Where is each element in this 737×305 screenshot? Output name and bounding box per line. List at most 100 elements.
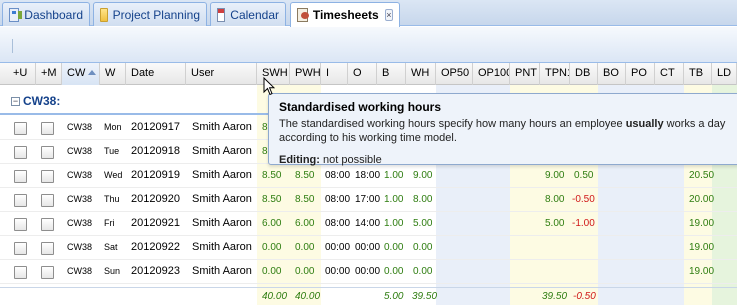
tab-calendar[interactable]: Calendar [210, 2, 286, 26]
tab-label: Dashboard [24, 7, 83, 22]
table-row[interactable]: CW38 Wed 20120919 Smith Aaron 8.50 8.50 … [0, 164, 737, 188]
pwh-cell: 0.00 [295, 242, 315, 253]
column-header-tpn1[interactable]: TPN1 [540, 63, 570, 85]
add-user-checkbox[interactable] [14, 218, 27, 231]
pwh-cell: 0.00 [295, 266, 315, 277]
column-header-wh[interactable]: WH [406, 63, 436, 85]
tb-cell: 19.00 [689, 266, 715, 277]
timesheet-icon [297, 8, 309, 22]
wh-cell: 9.00 [413, 170, 433, 181]
tooltip-body-text: The standardised working hours specify h… [279, 118, 626, 130]
date-cell: 20120922 [131, 241, 180, 253]
tooltip-title: Standardised working hours [279, 100, 442, 114]
add-user-checkbox[interactable] [14, 122, 27, 135]
in-cell: 08:00 [325, 170, 351, 181]
column-header-add-user[interactable]: +U [8, 63, 36, 85]
tpn1-cell: 9.00 [545, 170, 565, 181]
db-cell: -0.50 [572, 194, 595, 205]
column-header-tb[interactable]: TB [684, 63, 712, 85]
user-cell: Smith Aaron [192, 217, 252, 229]
user-cell: Smith Aaron [192, 193, 252, 205]
column-header-in[interactable]: I [321, 63, 348, 85]
add-month-checkbox[interactable] [41, 266, 54, 279]
tooltip-body: The standardised working hours specify h… [279, 117, 729, 145]
column-header-po[interactable]: PO [626, 63, 655, 85]
swh-cell: 8.50 [262, 194, 282, 205]
cw-cell: CW38 [67, 170, 93, 180]
out-cell: 00:00 [355, 266, 381, 277]
grid-toolbar [0, 27, 737, 63]
break-cell: 1.00 [384, 170, 404, 181]
wh-cell: 5.00 [413, 218, 433, 229]
add-month-checkbox[interactable] [41, 122, 54, 135]
tpn1-cell: 5.00 [545, 218, 565, 229]
user-cell: Smith Aaron [192, 169, 252, 181]
close-icon[interactable]: × [384, 9, 393, 21]
tab-label: Project Planning [112, 7, 200, 22]
add-month-checkbox[interactable] [41, 146, 54, 159]
column-header-cw[interactable]: CW [62, 63, 100, 85]
add-month-checkbox[interactable] [41, 218, 54, 231]
swh-cell: 0.00 [262, 242, 282, 253]
column-header-date[interactable]: Date [126, 63, 186, 85]
column-header-user[interactable]: User [186, 63, 257, 85]
user-cell: Smith Aaron [192, 145, 252, 157]
add-user-checkbox[interactable] [14, 170, 27, 183]
grid-header: +U +M CW W Date User SWH PWH I O B WH OP… [0, 63, 737, 85]
column-header-op50[interactable]: OP50 [436, 63, 473, 85]
column-header-db[interactable]: DB [570, 63, 598, 85]
collapse-group-icon[interactable]: − [11, 97, 20, 106]
table-row[interactable]: CW38 Sat 20120922 Smith Aaron 0.00 0.00 … [0, 236, 737, 260]
add-month-checkbox[interactable] [41, 170, 54, 183]
cw-cell: CW38 [67, 218, 93, 228]
dashboard-icon [9, 7, 23, 22]
in-cell: 08:00 [325, 218, 351, 229]
tab-dashboard[interactable]: Dashboard [2, 2, 90, 26]
sort-ascending-icon [88, 70, 97, 75]
table-row[interactable]: CW38 Thu 20120920 Smith Aaron 8.50 8.50 … [0, 188, 737, 212]
swh-cell: 8 [262, 146, 268, 157]
cw-cell: CW38 [67, 242, 93, 252]
break-cell: 1.00 [384, 218, 404, 229]
weekday-cell: Fri [104, 218, 115, 228]
column-header-ct[interactable]: CT [655, 63, 684, 85]
out-cell: 18:00 [355, 170, 381, 181]
add-user-checkbox[interactable] [14, 194, 27, 207]
break-cell: 1.00 [384, 194, 404, 205]
add-user-checkbox[interactable] [14, 242, 27, 255]
column-header-op100[interactable]: OP100 [473, 63, 510, 85]
date-cell: 20120920 [131, 193, 180, 205]
tooltip-footer-value: not possible [319, 154, 382, 166]
weekday-cell: Sat [104, 242, 118, 252]
tab-project-planning[interactable]: Project Planning [93, 2, 207, 26]
add-month-checkbox[interactable] [41, 242, 54, 255]
add-user-checkbox[interactable] [14, 266, 27, 279]
add-user-checkbox[interactable] [14, 146, 27, 159]
summary-break: 5.00 [384, 291, 404, 302]
weekday-cell: Thu [104, 194, 120, 204]
wh-cell: 8.00 [413, 194, 433, 205]
column-header-out[interactable]: O [348, 63, 377, 85]
wh-cell: 0.00 [413, 242, 433, 253]
out-cell: 00:00 [355, 242, 381, 253]
column-header-pwh[interactable]: PWH [290, 63, 321, 85]
column-header-pnt[interactable]: PNT [510, 63, 540, 85]
table-row[interactable]: CW38 Sun 20120923 Smith Aaron 0.00 0.00 … [0, 260, 737, 284]
summary-row: 40.00 40.00 5.00 39.50 39.50 -0.50 [0, 287, 737, 305]
column-header-ld[interactable]: LD [712, 63, 737, 85]
column-header-bo[interactable]: BO [598, 63, 626, 85]
tb-cell: 20.00 [689, 194, 715, 205]
tab-strip: Dashboard Project Planning Calendar Time… [0, 0, 737, 27]
calendar-icon [217, 7, 226, 22]
column-header-label: CW [67, 67, 86, 79]
folder-icon [100, 7, 108, 22]
column-header-break[interactable]: B [377, 63, 406, 85]
column-header-add-month[interactable]: +M [36, 63, 62, 85]
in-cell: 00:00 [325, 242, 351, 253]
date-cell: 20120921 [131, 217, 180, 229]
tb-cell: 19.00 [689, 218, 715, 229]
table-row[interactable]: CW38 Fri 20120921 Smith Aaron 6.00 6.00 … [0, 212, 737, 236]
column-header-weekday[interactable]: W [100, 63, 126, 85]
add-month-checkbox[interactable] [41, 194, 54, 207]
tab-timesheets[interactable]: Timesheets × [290, 2, 400, 27]
